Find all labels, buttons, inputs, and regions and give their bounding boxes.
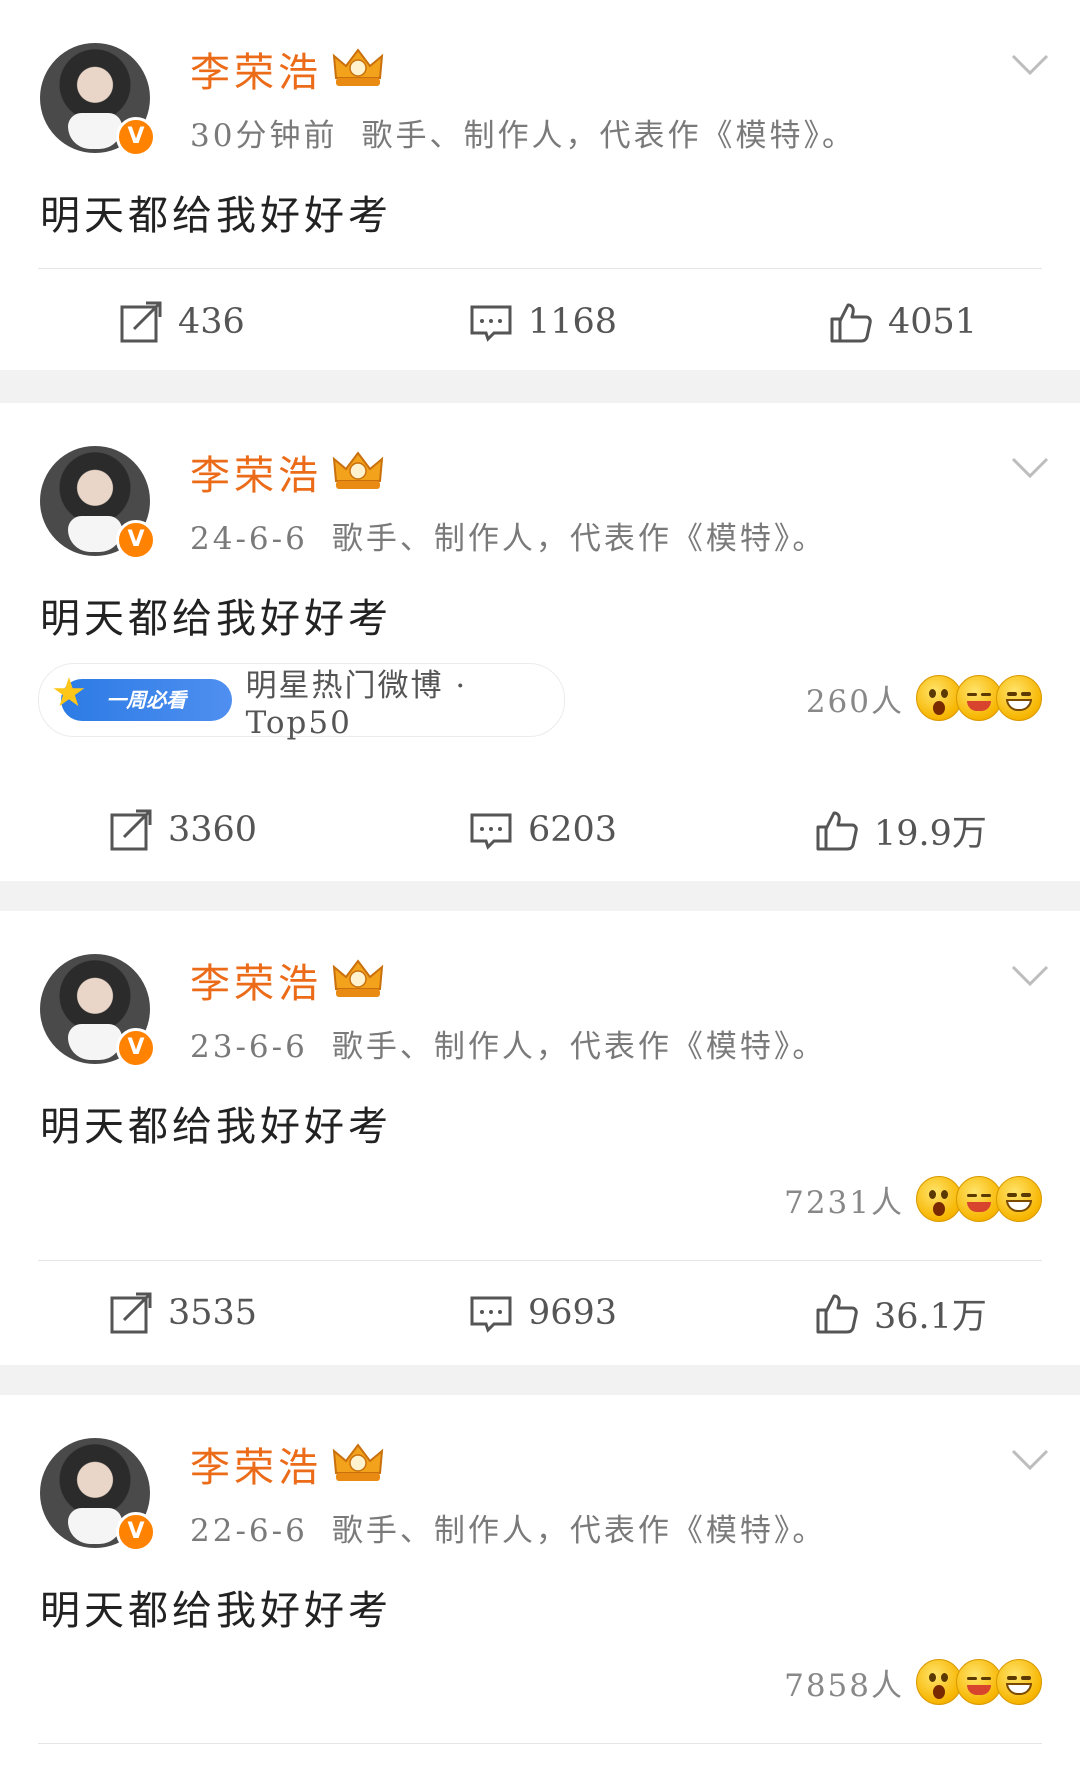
avatar[interactable]: V xyxy=(40,43,156,157)
post-time: 22-6-6 xyxy=(190,1513,308,1549)
avatar[interactable]: V xyxy=(40,954,156,1068)
post-meta: 22-6-6 歌手、制作人，代表作《模特》。 xyxy=(190,1505,826,1550)
crown-badge-icon xyxy=(332,959,384,997)
repost-button[interactable]: 3360 xyxy=(108,800,257,860)
author-name[interactable]: 李荣浩 xyxy=(190,951,322,1009)
like-count: 36.1万 xyxy=(874,1296,987,1337)
like-count: 19.9万 xyxy=(874,813,987,854)
verified-badge: V xyxy=(116,520,156,560)
verified-badge: V xyxy=(116,1512,156,1552)
reaction-count: 260人 xyxy=(805,683,904,720)
reaction-count: 7858人 xyxy=(784,1667,904,1704)
repost-count: 3535 xyxy=(168,1293,258,1333)
like-icon xyxy=(830,303,872,343)
post-meta: 23-6-6 歌手、制作人，代表作《模特》。 xyxy=(190,1021,826,1066)
crown-badge-icon xyxy=(332,1443,384,1481)
crown-badge-icon xyxy=(332,451,384,489)
divider xyxy=(38,268,1042,269)
author-bio: 歌手、制作人，代表作《模特》。 xyxy=(331,1029,827,1065)
post-content: 明天都给我好好考 xyxy=(40,596,392,642)
hot-rank-text: 明星热门微博 · Top50 xyxy=(245,667,468,741)
reaction-summary[interactable]: 7858人 xyxy=(784,1657,1042,1707)
chevron-down-icon[interactable] xyxy=(1010,455,1050,481)
chevron-down-icon[interactable] xyxy=(1010,963,1050,989)
post-meta: 30分钟前 歌手、制作人，代表作《模特》。 xyxy=(190,110,856,155)
comment-count: 6203 xyxy=(528,810,618,850)
repost-count: 436 xyxy=(178,302,245,342)
post-time: 23-6-6 xyxy=(190,1029,308,1065)
reaction-summary[interactable]: 260人 xyxy=(806,673,1042,723)
like-button[interactable]: 19.9万 xyxy=(814,800,987,860)
like-button[interactable]: 36.1万 xyxy=(814,1283,987,1343)
action-bar: 3535 9693 36.1万 xyxy=(0,1283,1080,1343)
weibo-post[interactable]: V 李荣浩 30分钟前 歌手、制作人，代表作《模特》。 明天都给我好好考 436 … xyxy=(0,0,1080,370)
weibo-post[interactable]: V 李荣浩 22-6-6 歌手、制作人，代表作《模特》。 明天都给我好好考 785… xyxy=(0,1395,1080,1775)
grinning-emoji-icon xyxy=(996,1176,1042,1222)
author-bio: 歌手、制作人，代表作《模特》。 xyxy=(331,1513,827,1549)
reaction-summary[interactable]: 7231人 xyxy=(784,1174,1042,1224)
like-icon xyxy=(816,811,858,851)
post-time: 24-6-6 xyxy=(190,521,308,557)
repost-icon xyxy=(110,1292,152,1334)
comment-button[interactable]: 1168 xyxy=(468,292,617,352)
post-content: 明天都给我好好考 xyxy=(40,1104,392,1150)
hot-rank-chip[interactable]: ★ 一周必看 明星热门微博 · Top50 xyxy=(38,663,565,741)
author-name[interactable]: 李荣浩 xyxy=(190,1435,322,1493)
repost-button[interactable]: 436 xyxy=(118,292,245,352)
post-meta: 24-6-6 歌手、制作人，代表作《模特》。 xyxy=(190,513,826,558)
reaction-count: 7231人 xyxy=(784,1184,904,1221)
chevron-down-icon[interactable] xyxy=(1010,1447,1050,1473)
like-count: 4051 xyxy=(888,302,978,342)
repost-count: 3360 xyxy=(168,810,258,850)
weibo-feed: V 李荣浩 30分钟前 歌手、制作人，代表作《模特》。 明天都给我好好考 436 … xyxy=(0,0,1080,1775)
grinning-emoji-icon xyxy=(996,1659,1042,1705)
comment-icon xyxy=(470,305,512,342)
weibo-post[interactable]: V 李荣浩 23-6-6 歌手、制作人，代表作《模特》。 明天都给我好好考 723… xyxy=(0,911,1080,1365)
verified-badge: V xyxy=(116,117,156,157)
like-button[interactable]: 4051 xyxy=(828,292,977,352)
action-bar: 436 1168 4051 xyxy=(0,292,1080,352)
chevron-down-icon[interactable] xyxy=(1010,52,1050,78)
grinning-emoji-icon xyxy=(996,675,1042,721)
avatar[interactable]: V xyxy=(40,446,156,560)
comment-count: 9693 xyxy=(528,1293,618,1333)
verified-badge: V xyxy=(116,1028,156,1068)
weibo-post[interactable]: V 李荣浩 24-6-6 歌手、制作人，代表作《模特》。 明天都给我好好考 ★ 一… xyxy=(0,403,1080,881)
comment-count: 1168 xyxy=(528,302,618,342)
comment-icon xyxy=(470,1296,512,1333)
like-icon xyxy=(816,1294,858,1334)
repost-button[interactable]: 3535 xyxy=(108,1283,257,1343)
post-content: 明天都给我好好考 xyxy=(40,193,392,239)
repost-icon xyxy=(110,809,152,851)
divider xyxy=(38,1743,1042,1744)
author-name[interactable]: 李荣浩 xyxy=(190,40,322,98)
author-bio: 歌手、制作人，代表作《模特》。 xyxy=(331,521,827,557)
star-icon: ★ xyxy=(51,670,87,716)
divider xyxy=(38,1260,1042,1261)
hot-tag-badge: ★ 一周必看 xyxy=(51,673,232,721)
repost-icon xyxy=(120,301,162,343)
action-bar: 3360 6203 19.9万 xyxy=(0,800,1080,860)
comment-icon xyxy=(470,813,512,850)
post-time: 30分钟前 xyxy=(190,118,338,154)
comment-button[interactable]: 6203 xyxy=(468,800,617,860)
comment-button[interactable]: 9693 xyxy=(468,1283,617,1343)
author-name[interactable]: 李荣浩 xyxy=(190,443,322,501)
post-content: 明天都给我好好考 xyxy=(40,1588,392,1634)
author-bio: 歌手、制作人，代表作《模特》。 xyxy=(361,118,856,154)
avatar[interactable]: V xyxy=(40,1438,156,1552)
hot-tag-label: 一周必看 xyxy=(106,688,187,712)
crown-badge-icon xyxy=(332,48,384,86)
